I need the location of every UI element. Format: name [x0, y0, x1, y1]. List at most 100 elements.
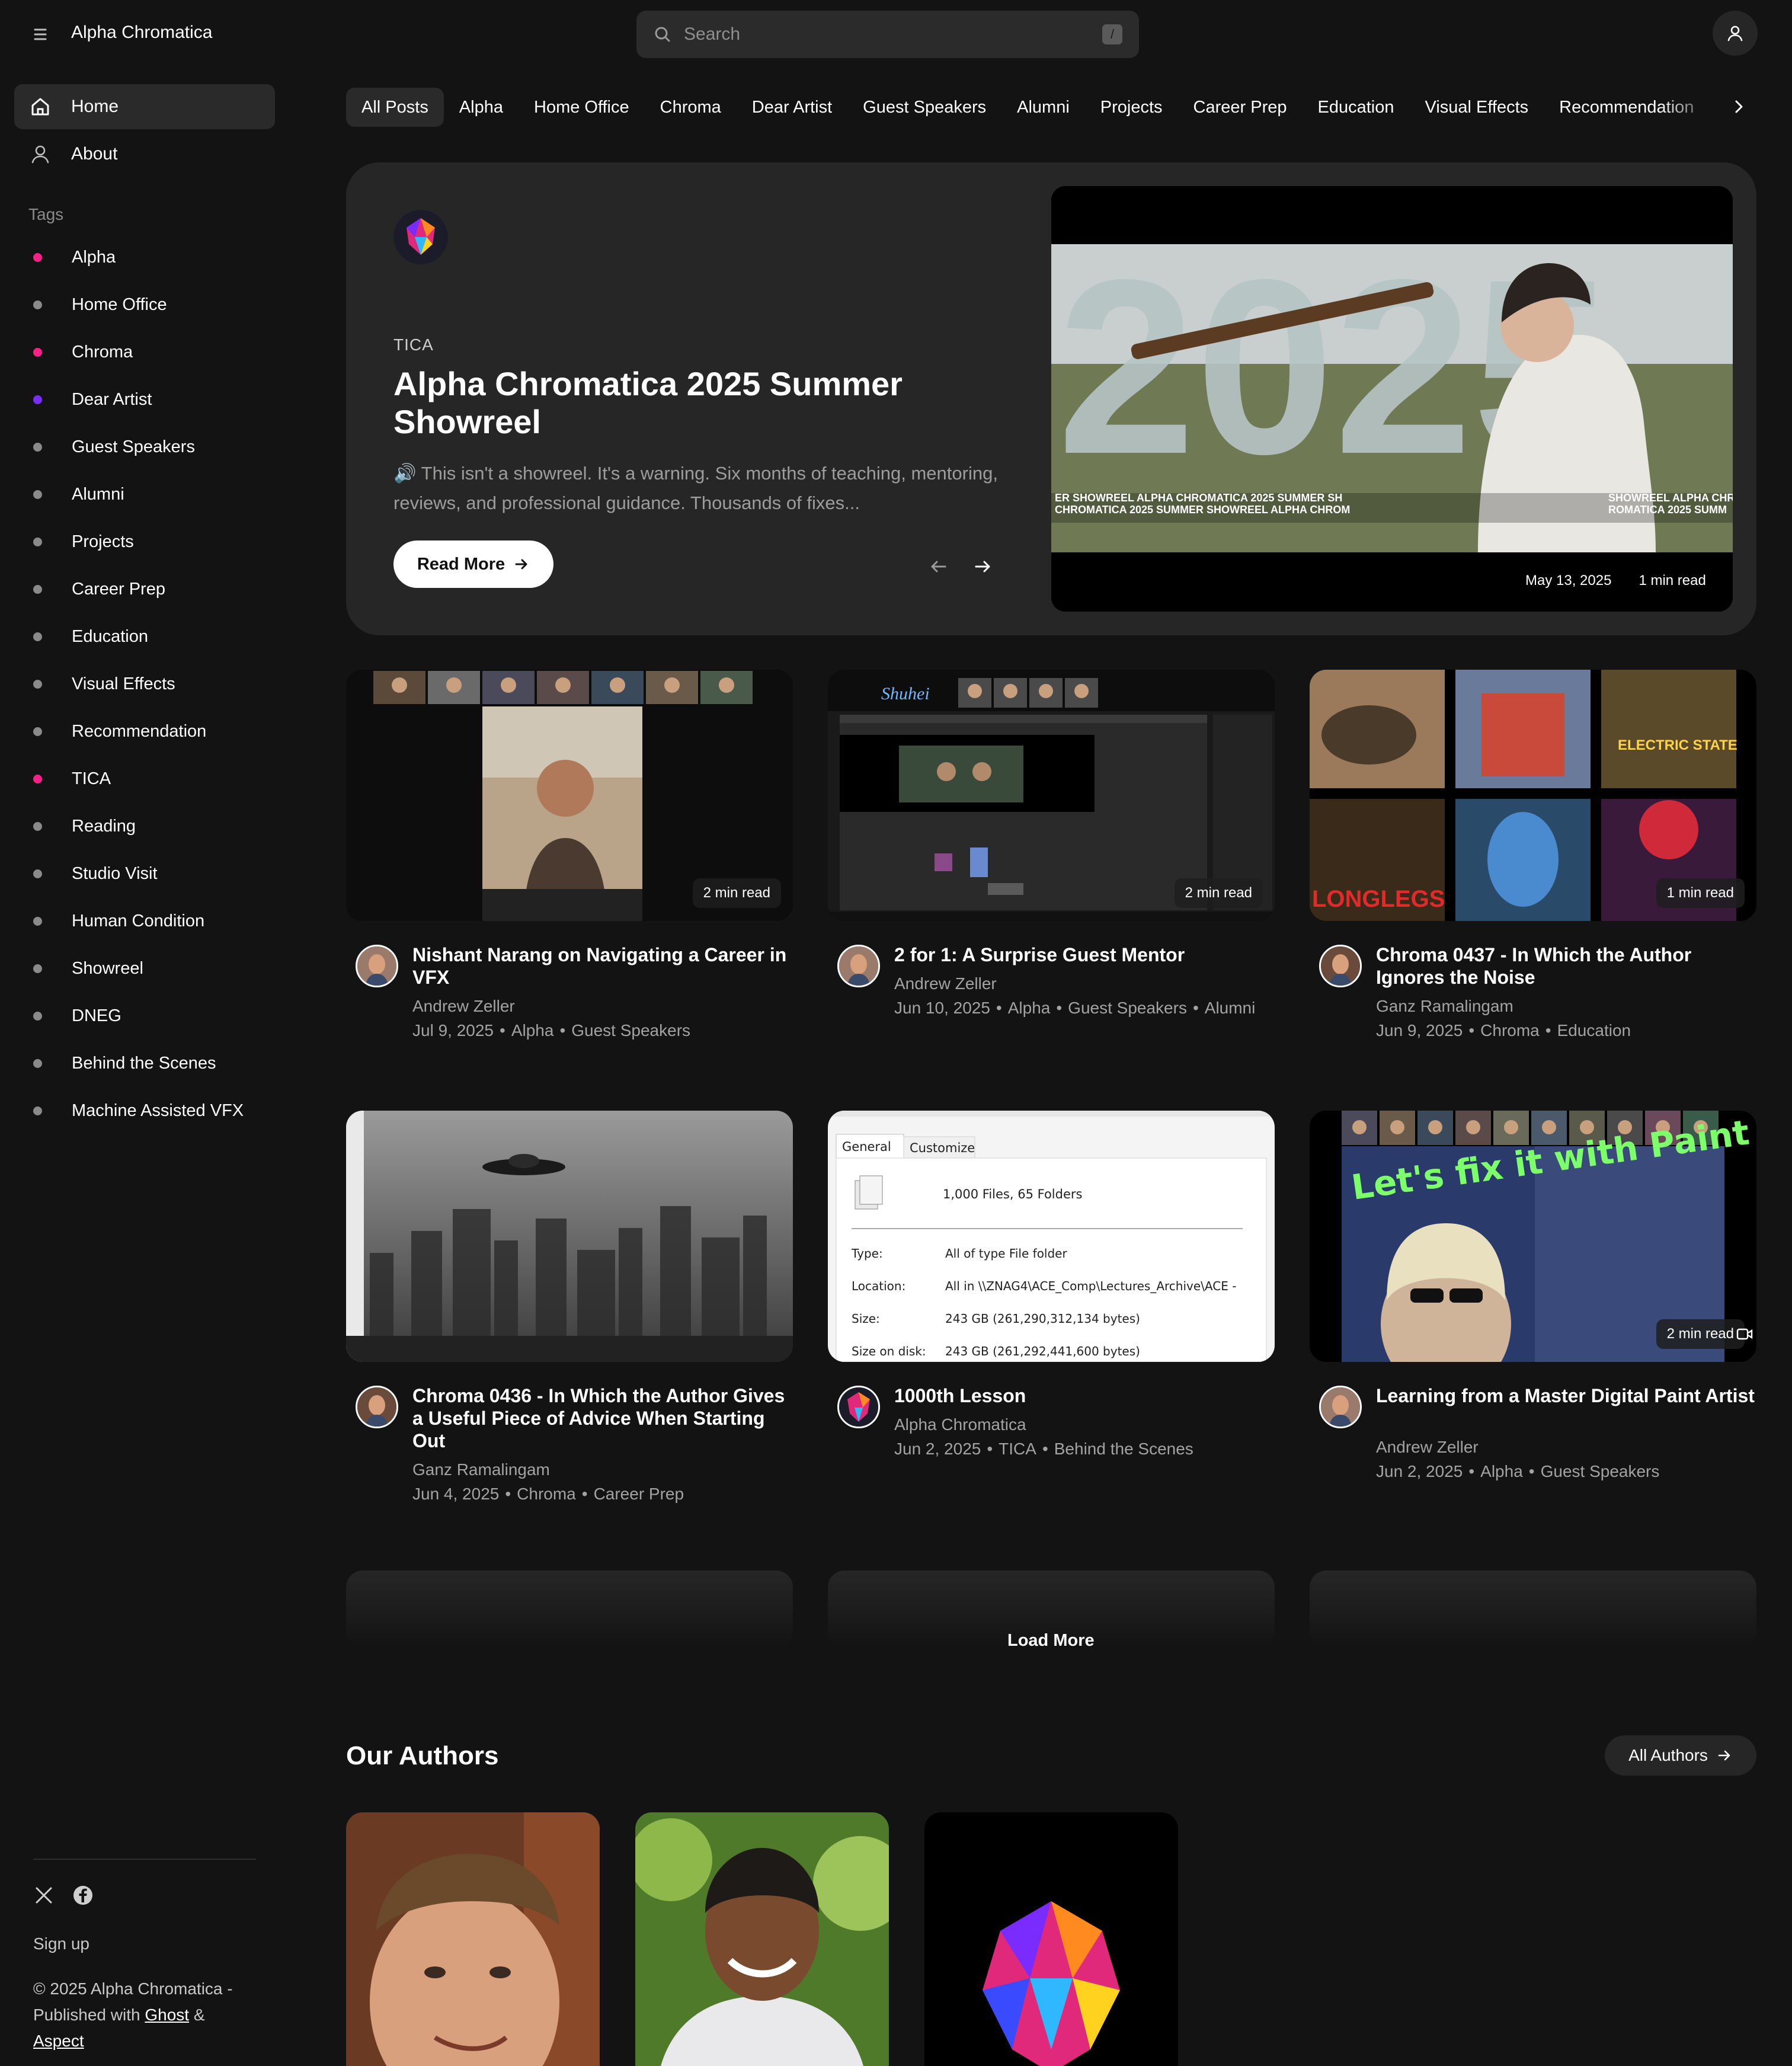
arrow-right-icon[interactable] [972, 556, 993, 577]
author-avatar[interactable] [356, 1386, 398, 1428]
tab-education[interactable]: Education [1303, 88, 1410, 127]
tag-color-dot [33, 821, 42, 831]
tag-color-dot [33, 774, 42, 783]
sidebar-tag-recommendation[interactable]: Recommendation [33, 719, 206, 743]
post-title[interactable]: Nishant Narang on Navigating a Career in… [412, 944, 792, 989]
author-avatar[interactable] [1319, 945, 1362, 987]
sidebar-tag-studio-visit[interactable]: Studio Visit [33, 862, 158, 885]
author-avatar-lion[interactable] [393, 210, 448, 264]
sidebar-tag-behind-the-scenes[interactable]: Behind the Scenes [33, 1051, 216, 1075]
tag-filter-bar: All Posts Alpha Home Office Chroma Dear Arti… [346, 88, 1733, 127]
meta-separator: • [996, 999, 1002, 1017]
site-brand[interactable]: Alpha Chromatica [71, 23, 212, 43]
post-tag[interactable]: Chroma [517, 1485, 576, 1503]
sidebar-tag-projects[interactable]: Projects [33, 530, 134, 554]
post-tag[interactable]: Guest Speakers [1541, 1462, 1660, 1480]
tab-career-prep[interactable]: Career Prep [1178, 88, 1303, 127]
account-button[interactable] [1713, 11, 1758, 56]
nav-home[interactable]: Home [14, 84, 275, 129]
post-author[interactable]: Andrew Zeller [412, 997, 515, 1016]
post-tag[interactable]: Guest Speakers [1068, 999, 1187, 1017]
post-tag[interactable]: Education [1557, 1021, 1631, 1040]
meta-separator: • [1056, 999, 1063, 1017]
card-image-prop-key: Size: [852, 1312, 880, 1326]
sidebar-tag-reading[interactable]: Reading [33, 814, 136, 838]
sidebar-tag-guest-speakers[interactable]: Guest Speakers [33, 435, 195, 459]
sidebar-tag-home-office[interactable]: Home Office [33, 293, 167, 316]
author-card-alpha-chromatica[interactable] [924, 1812, 1178, 2066]
sidebar-tag-chroma[interactable]: Chroma [33, 340, 133, 364]
sidebar-tag-alumni[interactable]: Alumni [33, 482, 124, 506]
tab-chroma[interactable]: Chroma [645, 88, 737, 127]
post-tag[interactable]: TICA [999, 1440, 1036, 1458]
post-title[interactable]: Learning from a Master Digital Paint Art… [1376, 1384, 1755, 1407]
author-card-ganz[interactable] [635, 1812, 889, 2066]
sidebar-tag-showreel[interactable]: Showreel [33, 957, 143, 980]
post-tag[interactable]: Alpha [511, 1021, 554, 1040]
tag-color-dot [33, 252, 42, 262]
hero-title[interactable]: Alpha Chromatica 2025 Summer Showreel [393, 365, 998, 441]
arrow-right-icon [515, 559, 527, 570]
post-image[interactable] [346, 1111, 793, 1362]
post-title[interactable]: 1000th Lesson [894, 1384, 1273, 1407]
sidebar-tag-dear-artist[interactable]: Dear Artist [33, 388, 152, 411]
post-author[interactable]: Alpha Chromatica [894, 1415, 1026, 1434]
post-tag[interactable]: Chroma [1480, 1021, 1540, 1040]
author-avatar[interactable] [1319, 1386, 1362, 1428]
chevron-right-icon[interactable] [1729, 97, 1748, 116]
sidebar-tag-dneg[interactable]: DNEG [33, 1004, 121, 1028]
post-tag[interactable]: Guest Speakers [571, 1021, 690, 1040]
arrow-left-icon[interactable] [928, 556, 949, 577]
sidebar-tag-tica[interactable]: TICA [33, 767, 111, 791]
post-tag[interactable]: Career Prep [594, 1485, 684, 1503]
aspect-link[interactable]: Aspect [33, 2032, 84, 2050]
tab-all-posts[interactable]: All Posts [346, 88, 444, 127]
post-image[interactable]: General Customize 1,000 Files, 65 Folder… [828, 1111, 1275, 1362]
sidebar-tag-label: TICA [72, 769, 111, 788]
nav-about[interactable]: About [14, 132, 275, 177]
meta-separator: • [987, 1440, 993, 1458]
tab-home-office[interactable]: Home Office [519, 88, 645, 127]
sidebar-tag-human-condition[interactable]: Human Condition [33, 909, 204, 933]
author-avatar[interactable] [837, 945, 880, 987]
sidebar-tag-alpha[interactable]: Alpha [33, 245, 116, 269]
post-author[interactable]: Andrew Zeller [894, 974, 997, 993]
author-avatar[interactable] [837, 1386, 880, 1428]
post-tag[interactable]: Alpha [1480, 1462, 1523, 1480]
post-author[interactable]: Ganz Ramalingam [1376, 997, 1513, 1016]
post-meta: Jul 9, 2025 • Alpha • Guest Speakers [412, 1017, 792, 1044]
tab-guest-speakers[interactable]: Guest Speakers [847, 88, 1001, 127]
tab-projects[interactable]: Projects [1085, 88, 1178, 127]
post-title[interactable]: Chroma 0436 - In Which the Author Gives … [412, 1384, 792, 1452]
home-icon [28, 95, 52, 119]
post-author[interactable]: Andrew Zeller [1376, 1438, 1479, 1457]
tab-dear-artist[interactable]: Dear Artist [737, 88, 847, 127]
all-authors-button[interactable]: All Authors [1605, 1735, 1756, 1776]
author-avatar[interactable] [356, 945, 398, 987]
hero-image[interactable]: 2025 ER SHOWREEL ALPHA CHROMATICA 2025 S… [1051, 186, 1733, 612]
meta-separator: • [1468, 1462, 1475, 1480]
post-tag[interactable]: Alpha [1008, 999, 1051, 1017]
read-more-button[interactable]: Read More [393, 541, 553, 588]
menu-icon[interactable] [30, 24, 51, 45]
tab-alumni[interactable]: Alumni [1001, 88, 1085, 127]
signup-link[interactable]: Sign up [33, 1934, 89, 1953]
sidebar-tag-education[interactable]: Education [33, 625, 148, 648]
load-more-button[interactable]: Load More [1007, 1631, 1095, 1651]
tab-alpha[interactable]: Alpha [444, 88, 519, 127]
post-title[interactable]: Chroma 0437 - In Which the Author Ignore… [1376, 944, 1755, 989]
author-card-andrew[interactable] [346, 1812, 600, 2066]
post-tag[interactable]: Alumni [1205, 999, 1256, 1017]
ghost-link[interactable]: Ghost [145, 2006, 189, 2024]
tab-visual-effects[interactable]: Visual Effects [1410, 88, 1544, 127]
facebook-icon[interactable] [72, 1885, 94, 1906]
sidebar-tag-machine-assisted-vfx[interactable]: Machine Assisted VFX [33, 1099, 244, 1122]
post-title[interactable]: 2 for 1: A Surprise Guest Mentor [894, 944, 1273, 966]
x-twitter-icon[interactable] [33, 1885, 55, 1906]
search-input[interactable]: Search / [636, 11, 1139, 58]
post-tag[interactable]: Behind the Scenes [1054, 1440, 1193, 1458]
sidebar-tag-visual-effects[interactable]: Visual Effects [33, 672, 175, 696]
hero-tag[interactable]: TICA [393, 335, 434, 354]
post-author[interactable]: Ganz Ramalingam [412, 1460, 550, 1479]
sidebar-tag-career-prep[interactable]: Career Prep [33, 577, 165, 601]
